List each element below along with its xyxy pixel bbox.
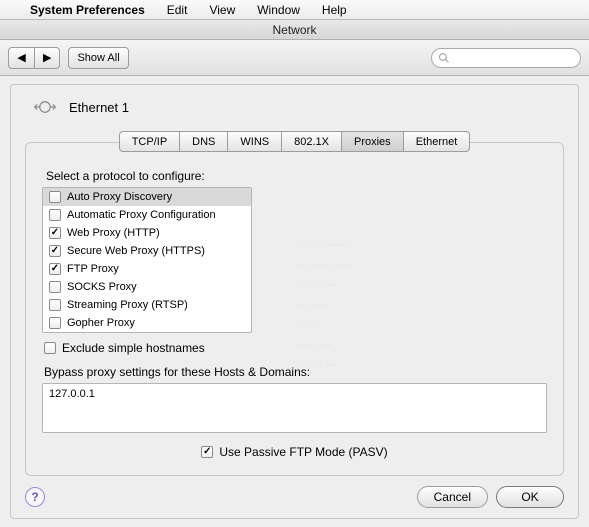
- nav-buttons: ◀ ▶: [8, 47, 60, 69]
- ok-button[interactable]: OK: [496, 486, 564, 508]
- protocol-item-gopher[interactable]: Gopher Proxy: [43, 314, 251, 332]
- protocol-item-auto-config[interactable]: Automatic Proxy Configuration: [43, 206, 251, 224]
- exclude-simple-row[interactable]: Exclude simple hostnames: [44, 341, 547, 355]
- tab-wins[interactable]: WINS: [227, 131, 281, 152]
- menu-view[interactable]: View: [203, 3, 241, 17]
- bypass-label: Bypass proxy settings for these Hosts & …: [44, 365, 547, 379]
- protocol-checkbox[interactable]: [49, 281, 61, 293]
- app-menu[interactable]: System Preferences: [24, 3, 151, 17]
- menu-help[interactable]: Help: [316, 3, 353, 17]
- protocol-list[interactable]: Auto Proxy Discovery Automatic Proxy Con…: [42, 187, 252, 333]
- menu-window[interactable]: Window: [251, 3, 306, 17]
- pasv-label: Use Passive FTP Mode (PASV): [219, 445, 387, 459]
- dialog-footer: ? Cancel OK: [25, 486, 564, 508]
- system-menubar: System Preferences Edit View Window Help: [0, 0, 589, 20]
- protocol-label: FTP Proxy: [67, 263, 119, 275]
- menu-edit[interactable]: Edit: [161, 3, 194, 17]
- protocol-label: Automatic Proxy Configuration: [67, 209, 216, 221]
- protocol-select-label: Select a protocol to configure:: [46, 169, 547, 183]
- window-title: Network: [272, 23, 316, 37]
- protocol-label: Streaming Proxy (RTSP): [67, 299, 188, 311]
- protocol-item-auto-discovery[interactable]: Auto Proxy Discovery: [43, 188, 251, 206]
- content-pane: Ethernet 1 TCP/IP DNS WINS 802.1X Proxie…: [0, 76, 589, 527]
- exclude-simple-checkbox[interactable]: [44, 342, 56, 354]
- protocol-label: Auto Proxy Discovery: [67, 191, 172, 203]
- show-all-button[interactable]: Show All: [68, 47, 128, 69]
- protocol-checkbox[interactable]: [49, 263, 61, 275]
- tab-tcpip[interactable]: TCP/IP: [119, 131, 179, 152]
- pasv-checkbox[interactable]: [201, 446, 213, 458]
- tab-8021x[interactable]: 802.1X: [281, 131, 341, 152]
- tab-ethernet[interactable]: Ethernet: [403, 131, 471, 152]
- tab-proxies[interactable]: Proxies: [341, 131, 403, 152]
- exclude-simple-label: Exclude simple hostnames: [62, 341, 205, 355]
- pasv-row[interactable]: Use Passive FTP Mode (PASV): [42, 445, 547, 459]
- proxies-tab-body: Select a protocol to configure: Auto Pro…: [25, 142, 564, 476]
- help-button[interactable]: ?: [25, 487, 45, 507]
- protocol-item-https[interactable]: Secure Web Proxy (HTTPS): [43, 242, 251, 260]
- protocol-item-http[interactable]: Web Proxy (HTTP): [43, 224, 251, 242]
- tab-bar: TCP/IP DNS WINS 802.1X Proxies Ethernet: [25, 131, 564, 152]
- protocol-checkbox[interactable]: [49, 227, 61, 239]
- protocol-checkbox[interactable]: [49, 209, 61, 221]
- window-titlebar: Network: [0, 20, 589, 40]
- protocol-item-rtsp[interactable]: Streaming Proxy (RTSP): [43, 296, 251, 314]
- interface-header: Ethernet 1: [25, 93, 564, 131]
- protocol-checkbox[interactable]: [49, 299, 61, 311]
- protocol-checkbox[interactable]: [49, 191, 61, 203]
- interface-name: Ethernet 1: [69, 100, 129, 115]
- protocol-item-ftp[interactable]: FTP Proxy: [43, 260, 251, 278]
- protocol-item-socks[interactable]: SOCKS Proxy: [43, 278, 251, 296]
- back-button[interactable]: ◀: [8, 47, 34, 69]
- protocol-label: SOCKS Proxy: [67, 281, 137, 293]
- bypass-textarea[interactable]: 127.0.0.1: [42, 383, 547, 433]
- protocol-label: Gopher Proxy: [67, 317, 135, 329]
- cancel-button[interactable]: Cancel: [417, 486, 488, 508]
- protocol-label: Secure Web Proxy (HTTPS): [67, 245, 205, 257]
- window-toolbar: ◀ ▶ Show All: [0, 40, 589, 76]
- tab-dns[interactable]: DNS: [179, 131, 227, 152]
- search-input[interactable]: [431, 48, 581, 68]
- protocol-checkbox[interactable]: [49, 317, 61, 329]
- search-icon: [438, 52, 450, 64]
- protocol-checkbox[interactable]: [49, 245, 61, 257]
- network-panel: Ethernet 1 TCP/IP DNS WINS 802.1X Proxie…: [10, 84, 579, 519]
- protocol-label: Web Proxy (HTTP): [67, 227, 160, 239]
- ethernet-icon: [31, 97, 59, 117]
- forward-button[interactable]: ▶: [34, 47, 60, 69]
